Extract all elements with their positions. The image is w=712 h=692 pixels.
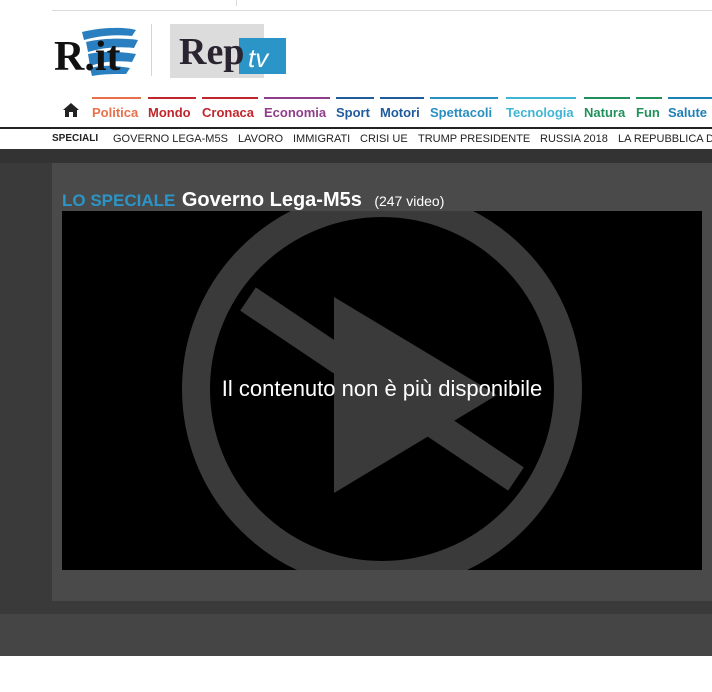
nav-item-motori[interactable]: Motori xyxy=(380,97,424,125)
nav-item-economia[interactable]: Economia xyxy=(264,97,330,125)
nav-item-sport[interactable]: Sport xyxy=(336,97,374,125)
logo-separator xyxy=(151,24,152,76)
nav-item-salute[interactable]: Salute xyxy=(668,97,712,125)
video-count: (247 video) xyxy=(374,193,445,209)
nav-item-tecnologia[interactable]: Tecnologia xyxy=(506,97,576,125)
speciali-item-repubblica[interactable]: LA REPUBBLICA D xyxy=(618,129,712,149)
speciali-item-lavoro[interactable]: LAVORO xyxy=(238,129,283,149)
section-title[interactable]: Governo Lega-M5s xyxy=(182,189,362,211)
nav-item-natura[interactable]: Natura xyxy=(584,97,630,125)
unavailable-message: Il contenuto non è più disponibile xyxy=(221,376,543,401)
nav-item-cronaca[interactable]: Cronaca xyxy=(202,97,258,125)
speciali-bar: SPECIALI GOVERNO LEGA-M5S LAVORO IMMIGRA… xyxy=(52,129,712,149)
nav-item-spettacoli[interactable]: Spettacoli xyxy=(430,97,498,125)
repubblica-logo[interactable]: R.it xyxy=(52,22,138,80)
reptv-logo[interactable]: Rep tv xyxy=(169,24,287,78)
top-divider-tick xyxy=(236,0,237,6)
speciali-item-governo[interactable]: GOVERNO LEGA-M5S xyxy=(113,129,228,149)
tv-logo-text: tv xyxy=(248,43,270,73)
top-divider xyxy=(52,10,712,11)
rit-logo-text: R.it xyxy=(54,34,121,80)
nav-item-mondo[interactable]: Mondo xyxy=(148,97,196,125)
main-nav: Politica Mondo Cronaca Economia Sport Mo… xyxy=(52,97,712,125)
rep-logo-text: Rep xyxy=(179,31,244,73)
speciali-label: SPECIALI xyxy=(52,133,99,144)
speciali-item-trump[interactable]: TRUMP PRESIDENTE xyxy=(418,129,530,149)
nav-item-fun[interactable]: Fun xyxy=(636,97,662,125)
nav-item-politica[interactable]: Politica xyxy=(92,97,141,125)
speciali-item-crisi-ue[interactable]: CRISI UE xyxy=(360,129,408,149)
speciali-item-immigrati[interactable]: IMMIGRATI xyxy=(293,129,350,149)
bottom-strip xyxy=(0,614,712,656)
video-section: LO SPECIALE Governo Lega-M5s (247 video)… xyxy=(0,149,712,656)
dark-band xyxy=(0,149,712,163)
speciali-item-russia[interactable]: RUSSIA 2018 xyxy=(540,129,608,149)
section-kicker: LO SPECIALE xyxy=(62,191,176,210)
home-icon[interactable] xyxy=(62,102,80,118)
video-panel: LO SPECIALE Governo Lega-M5s (247 video)… xyxy=(52,163,712,601)
video-player[interactable]: Il contenuto non è più disponibile xyxy=(62,211,702,570)
